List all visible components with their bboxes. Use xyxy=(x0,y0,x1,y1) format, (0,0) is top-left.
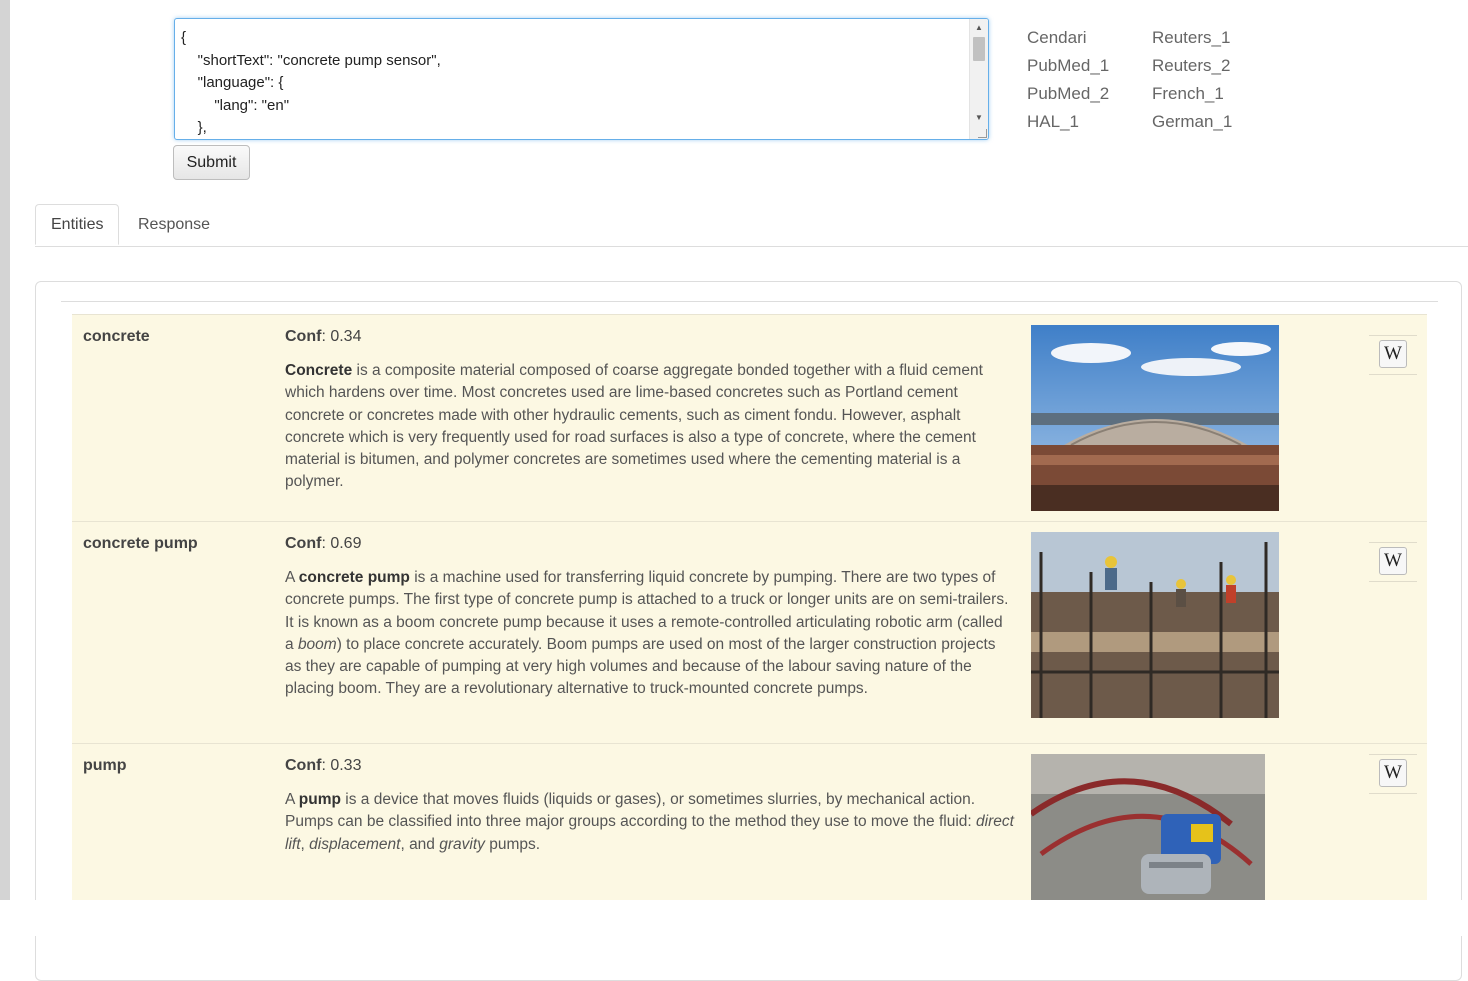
wikipedia-icon[interactable]: W xyxy=(1379,340,1407,368)
desc-italic: displacement xyxy=(309,835,401,853)
left-border-bar xyxy=(0,0,10,900)
entity-description: A pump is a device that moves fluids (li… xyxy=(285,789,1015,856)
tab-response[interactable]: Response xyxy=(123,204,225,245)
entities-panel: concrete Conf: 0.34 Concrete is a compos… xyxy=(35,281,1462,981)
entity-description: Concrete is a composite material compose… xyxy=(285,360,1015,494)
corpus-link[interactable]: Reuters_1 xyxy=(1152,24,1272,52)
entity-image-pump xyxy=(1031,754,1265,904)
resize-grip-icon[interactable] xyxy=(978,129,987,138)
entity-conf: Conf: 0.34 xyxy=(285,328,362,345)
entity-row-pump: pump Conf: 0.33 A pump is a device that … xyxy=(72,743,1427,904)
wikipedia-link[interactable]: W xyxy=(1369,754,1417,794)
entity-image-concrete xyxy=(1031,325,1279,511)
corpus-link[interactable]: PubMed_1 xyxy=(1027,52,1147,80)
entity-row-concrete: concrete Conf: 0.34 Concrete is a compos… xyxy=(72,314,1427,521)
entity-description: A concrete pump is a machine used for tr… xyxy=(285,567,1015,701)
query-scrollbar[interactable]: ▲ ▼ xyxy=(969,19,988,139)
corpus-link[interactable]: Reuters_2 xyxy=(1152,52,1272,80)
scroll-thumb[interactable] xyxy=(973,37,985,61)
desc-text: is a device that moves fluids (liquids o… xyxy=(285,791,976,831)
entity-name: concrete pump xyxy=(83,535,198,552)
conf-value: 0.33 xyxy=(330,757,362,774)
submit-button[interactable]: Submit xyxy=(173,145,250,180)
corpus-link[interactable]: German_1 xyxy=(1152,108,1272,136)
conf-label: Conf xyxy=(285,328,322,345)
scroll-down-arrow-icon[interactable]: ▼ xyxy=(970,111,988,125)
corpus-link[interactable]: HAL_1 xyxy=(1027,108,1147,136)
conf-label: Conf xyxy=(285,757,322,774)
panel-divider xyxy=(61,301,1438,302)
desc-text: , xyxy=(300,835,310,853)
corpus-link[interactable]: PubMed_2 xyxy=(1027,80,1147,108)
entity-name: concrete xyxy=(83,328,150,345)
corpus-column-2: Reuters_1 Reuters_2 French_1 German_1 xyxy=(1152,24,1272,136)
wikipedia-icon[interactable]: W xyxy=(1379,547,1407,575)
corpus-link[interactable]: French_1 xyxy=(1152,80,1272,108)
corpus-link[interactable]: Cendari xyxy=(1027,24,1147,52)
conf-label: Conf xyxy=(285,535,322,552)
desc-text: A xyxy=(285,791,299,808)
desc-italic: gravity xyxy=(439,835,485,853)
entity-name: pump xyxy=(83,757,127,774)
desc-text: , and xyxy=(400,835,440,853)
entity-image-concrete-pump xyxy=(1031,532,1279,718)
conf-value: 0.69 xyxy=(330,535,362,552)
tab-entities[interactable]: Entities xyxy=(35,204,120,245)
entity-row-concrete-pump: concrete pump Conf: 0.69 A concrete pump… xyxy=(72,521,1427,743)
result-tabs: Entities Response xyxy=(35,204,1468,247)
desc-text: A xyxy=(285,569,299,586)
desc-term: pump xyxy=(298,791,341,808)
desc-text: is a composite material composed of coar… xyxy=(285,362,983,491)
wikipedia-link[interactable]: W xyxy=(1369,335,1417,375)
query-textarea[interactable]: { "shortText": "concrete pump sensor", "… xyxy=(174,18,989,140)
wikipedia-link[interactable]: W xyxy=(1369,542,1417,582)
desc-italic: boom xyxy=(297,635,337,653)
bottom-blank-area xyxy=(0,900,1468,936)
query-text[interactable]: { "shortText": "concrete pump sensor", "… xyxy=(175,19,988,139)
desc-term: concrete pump xyxy=(298,569,410,586)
desc-text: pumps. xyxy=(484,835,541,853)
desc-text: ) to place concrete accurately. Boom pum… xyxy=(285,635,996,698)
wikipedia-icon[interactable]: W xyxy=(1379,759,1407,787)
desc-term: Concrete xyxy=(285,362,353,379)
corpus-column-1: Cendari PubMed_1 PubMed_2 HAL_1 xyxy=(1027,24,1147,136)
entity-conf: Conf: 0.69 xyxy=(285,535,362,552)
conf-value: 0.34 xyxy=(330,328,362,345)
scroll-up-arrow-icon[interactable]: ▲ xyxy=(970,21,988,35)
entity-conf: Conf: 0.33 xyxy=(285,757,362,774)
